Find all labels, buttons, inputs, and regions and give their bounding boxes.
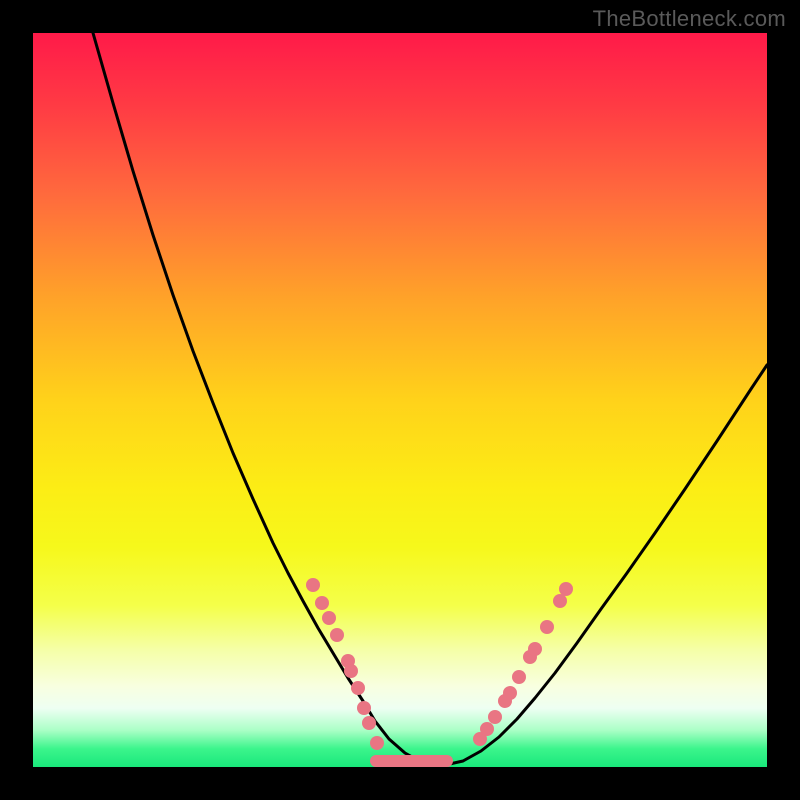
bottleneck-curve bbox=[93, 33, 767, 765]
plot-area bbox=[33, 33, 767, 767]
chart-frame: TheBottleneck.com bbox=[0, 0, 800, 800]
plateau-bar bbox=[370, 755, 453, 767]
watermark-text: TheBottleneck.com bbox=[593, 6, 786, 32]
chart-svg bbox=[33, 33, 767, 767]
data-markers bbox=[306, 578, 573, 750]
